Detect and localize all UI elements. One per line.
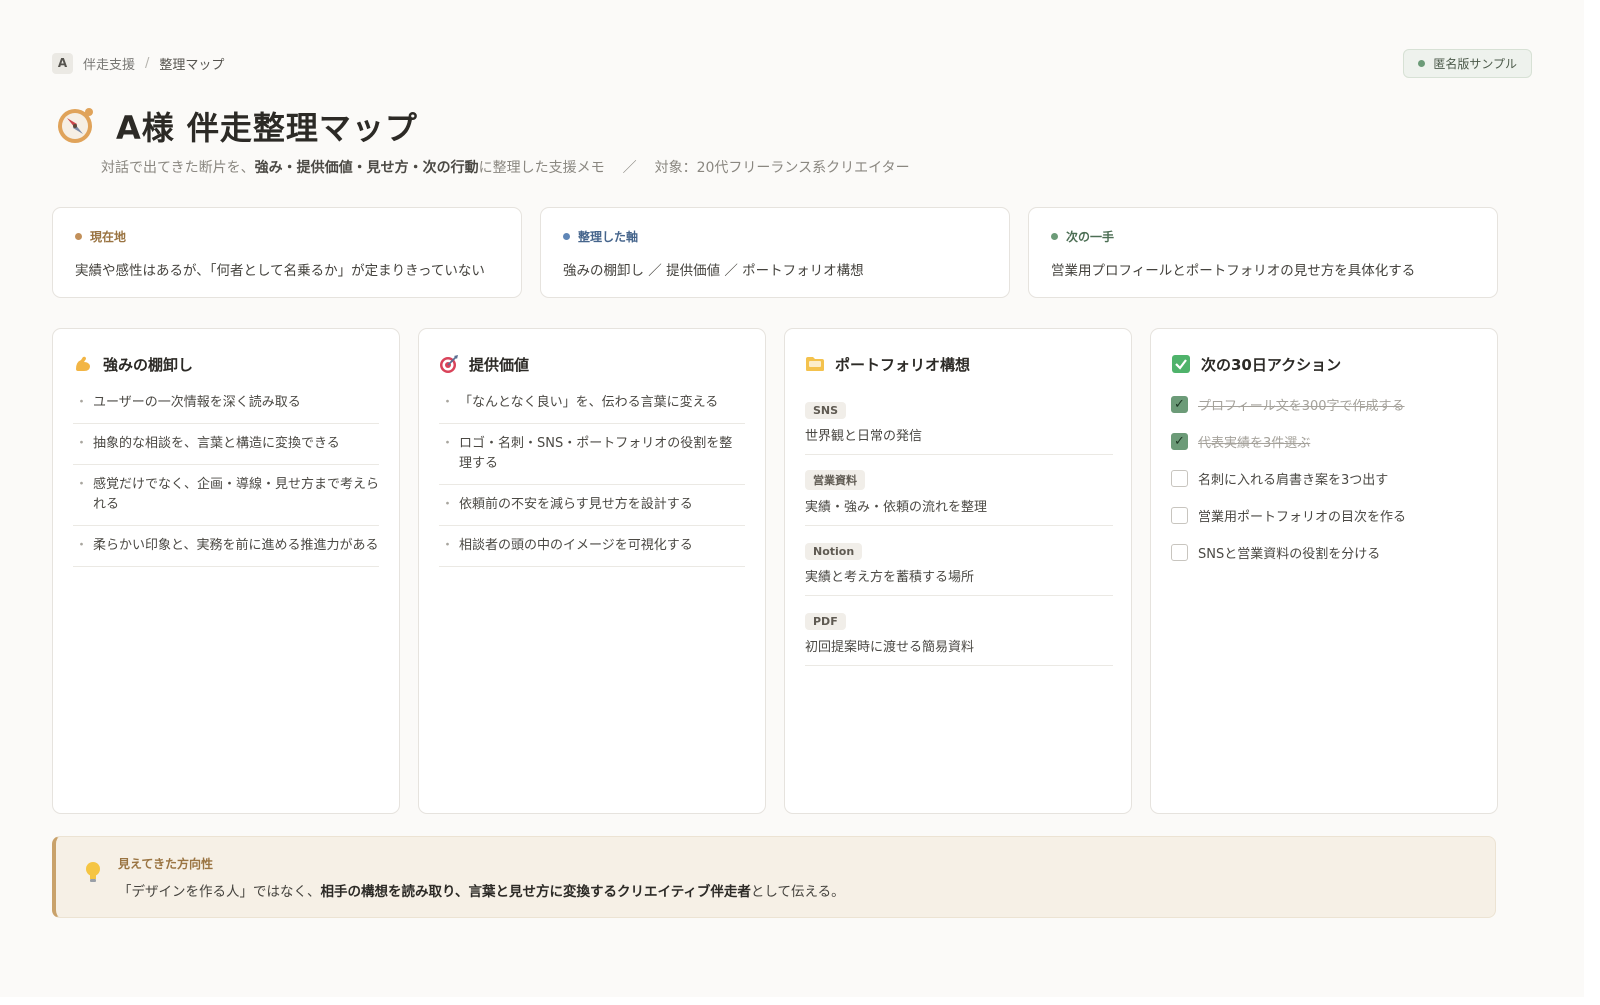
list-item: ・「なんとなく良い」を、伝わる言葉に変える <box>439 393 745 424</box>
summary-card-text: 実績や感性はあるが、「何者として名乗るか」が定まりきっていない <box>75 263 485 279</box>
subtitle-target: 対象：20代フリーランス系クリエイター <box>654 160 910 176</box>
action-label: 名刺に入れる肩書き案を3つ出す <box>1198 472 1389 488</box>
dot-icon <box>563 233 570 240</box>
summary-card-heading: 整理した軸 <box>563 228 987 245</box>
summary-card-text: 強みの棚卸し ／ 提供価値 ／ ポートフォリオ構想 <box>563 263 864 279</box>
portfolio-text: 実績・強み・依頼の流れを整理 <box>805 500 988 515</box>
portfolio-tag: PDF <box>805 613 846 630</box>
dot-icon <box>1051 233 1058 240</box>
portfolio-tag: SNS <box>805 402 847 419</box>
summary-card-current: 現在地 実績や感性はあるが、「何者として名乗るか」が定まりきっていない <box>52 207 522 298</box>
actions-heading: 次の30日アクション <box>1171 353 1477 375</box>
title-row: A様 伴走整理マップ <box>52 103 1532 149</box>
summary-card-next: 次の一手 営業用プロフィールとポートフォリオの見せ方を具体化する <box>1028 207 1498 298</box>
breadcrumb-current[interactable]: 整理マップ <box>159 54 224 73</box>
portfolio-heading: ポートフォリオ構想 <box>805 353 1111 375</box>
list-item: ・依頼前の不安を減らす見せ方を設計する <box>439 485 745 526</box>
checkbox-checked[interactable]: ✓ <box>1171 432 1188 450</box>
status-badge: 匿名版サンプル <box>1403 48 1532 78</box>
action-item[interactable]: ✓ 代表実績を3件選ぶ <box>1171 430 1477 452</box>
action-list: ✓ プロフィール文を300字で作成する ✓ 代表実績を3件選ぶ 名刺に入れる肩書… <box>1171 393 1477 563</box>
flexed-arm-icon <box>76 356 90 371</box>
portfolio-tag: 営業資料 <box>805 470 865 490</box>
checkbox-unchecked[interactable] <box>1171 469 1188 487</box>
action-label: 営業用ポートフォリオの目次を作る <box>1198 509 1407 525</box>
portfolio-item: PDF 初回提案時に渡せる簡易資料 <box>805 596 1113 666</box>
checkbox-checked[interactable]: ✓ <box>1171 395 1188 413</box>
breadcrumb: A 伴走支援 / 整理マップ <box>52 52 224 74</box>
summary-card-heading: 次の一手 <box>1051 228 1475 245</box>
portfolio-item: SNS 世界観と日常の発信 <box>805 393 1113 455</box>
portfolio-text: 世界観と日常の発信 <box>805 429 923 444</box>
actions-card: 次の30日アクション ✓ プロフィール文を300字で作成する ✓ 代表実績を3件… <box>1150 328 1498 814</box>
list-item: ・ロゴ・名刺・SNS・ポートフォリオの役割を整理する <box>439 424 745 485</box>
portfolio-item: Notion 実績と考え方を蓄積する場所 <box>805 526 1113 596</box>
summary-card-heading: 現在地 <box>75 228 499 245</box>
page: A 伴走支援 / 整理マップ 匿名版サンプル A様 伴走整理マップ 対話で出てき… <box>0 0 1584 997</box>
portfolio-list: SNS 世界観と日常の発信 営業資料 実績・強み・依頼の流れを整理 Notion… <box>805 393 1113 666</box>
list-item: ・抽象的な相談を、言葉と構造に変換できる <box>73 424 379 465</box>
page-title: A様 伴走整理マップ <box>116 109 418 147</box>
callout-body: 見えてきた方向性 「デザインを作る人」ではなく、相手の構想を読み取り、言葉と見せ… <box>118 855 845 900</box>
strengths-heading: 強みの棚卸し <box>73 353 379 375</box>
list-item: ・柔らかい印象と、実務を前に進める推進力がある <box>73 526 379 567</box>
portfolio-tag: Notion <box>805 543 863 560</box>
action-label: プロフィール文を300字で作成する <box>1198 398 1405 414</box>
callout-text: 「デザインを作る人」ではなく、相手の構想を読み取り、言葉と見せ方に変換するクリエ… <box>118 884 845 900</box>
list-item: ・相談者の頭の中のイメージを可視化する <box>439 526 745 567</box>
portfolio-text: 実績と考え方を蓄積する場所 <box>805 570 975 585</box>
portfolio-card: ポートフォリオ構想 SNS 世界観と日常の発信 営業資料 実績・強み・依頼の流れ… <box>784 328 1132 814</box>
action-label: SNSと営業資料の役割を分ける <box>1198 546 1381 562</box>
portfolio-text: 初回提案時に渡せる簡易資料 <box>805 640 975 655</box>
value-heading: 提供価値 <box>439 353 745 375</box>
dot-icon <box>75 233 82 240</box>
breadcrumb-parent[interactable]: 伴走支援 <box>83 54 135 73</box>
list-item: ・ユーザーの一次情報を深く読み取る <box>73 393 379 424</box>
checkbox-icon <box>1172 355 1190 373</box>
action-label: 代表実績を3件選ぶ <box>1198 435 1311 451</box>
portfolio-item: 営業資料 実績・強み・依頼の流れを整理 <box>805 455 1113 526</box>
main-columns: 強みの棚卸し ・ユーザーの一次情報を深く読み取る ・抽象的な相談を、言葉と構造に… <box>52 328 1532 814</box>
breadcrumb-separator: / <box>145 55 150 71</box>
strengths-card: 強みの棚卸し ・ユーザーの一次情報を深く読み取る ・抽象的な相談を、言葉と構造に… <box>52 328 400 814</box>
list-item: ・感覚だけでなく、企画・導線・見せ方まで考えられる <box>73 465 379 526</box>
page-subtitle: 対話で出てきた断片を、強み・提供価値・見せ方・次の行動に整理した支援メモ ／ 対… <box>101 157 1532 177</box>
value-list: ・「なんとなく良い」を、伝わる言葉に変える ・ロゴ・名刺・SNS・ポートフォリオ… <box>439 393 745 567</box>
action-item[interactable]: SNSと営業資料の役割を分ける <box>1171 541 1477 563</box>
summary-card-axis: 整理した軸 強みの棚卸し ／ 提供価値 ／ ポートフォリオ構想 <box>540 207 1010 298</box>
action-item[interactable]: ✓ プロフィール文を300字で作成する <box>1171 393 1477 415</box>
workspace-avatar[interactable]: A <box>52 52 73 74</box>
value-card: 提供価値 ・「なんとなく良い」を、伝わる言葉に変える ・ロゴ・名刺・SNS・ポー… <box>418 328 766 814</box>
strengths-list: ・ユーザーの一次情報を深く読み取る ・抽象的な相談を、言葉と構造に変換できる ・… <box>73 393 379 567</box>
status-badge-label: 匿名版サンプル <box>1433 56 1517 71</box>
summary-card-text: 営業用プロフィールとポートフォリオの見せ方を具体化する <box>1051 263 1416 279</box>
subtitle-separator: ／ <box>622 160 637 176</box>
checkbox-unchecked[interactable] <box>1171 506 1188 524</box>
target-icon <box>440 355 458 373</box>
folder-icon <box>806 357 824 371</box>
lightbulb-icon <box>86 862 100 882</box>
top-bar: A 伴走支援 / 整理マップ 匿名版サンプル <box>52 48 1532 78</box>
subtitle-description: 対話で出てきた断片を、強み・提供価値・見せ方・次の行動に整理した支援メモ <box>101 160 605 176</box>
action-item[interactable]: 営業用ポートフォリオの目次を作る <box>1171 504 1477 526</box>
checkbox-unchecked[interactable] <box>1171 543 1188 561</box>
status-dot-icon <box>1418 59 1426 67</box>
callout-label: 見えてきた方向性 <box>118 857 214 871</box>
direction-callout: 見えてきた方向性 「デザインを作る人」ではなく、相手の構想を読み取り、言葉と見せ… <box>52 836 1496 918</box>
action-item[interactable]: 名刺に入れる肩書き案を3つ出す <box>1171 467 1477 489</box>
compass-icon <box>58 108 93 143</box>
summary-cards: 現在地 実績や感性はあるが、「何者として名乗るか」が定まりきっていない 整理した… <box>52 207 1532 298</box>
